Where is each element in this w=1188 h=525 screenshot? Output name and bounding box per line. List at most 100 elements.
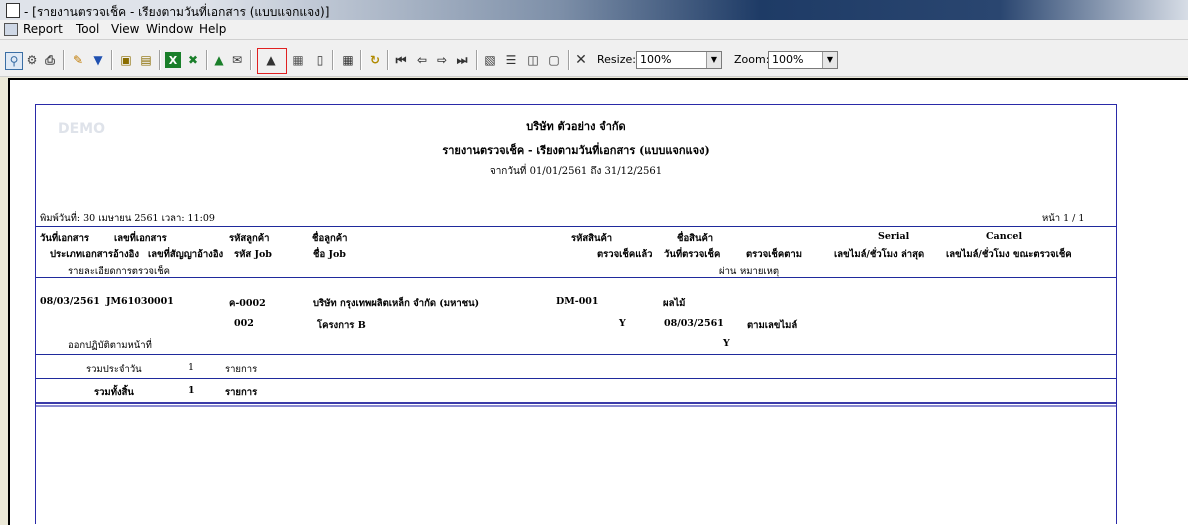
toolbar-separator (250, 50, 252, 70)
toolbar-separator (159, 50, 161, 70)
menu-report[interactable]: Report (23, 22, 63, 36)
row-detail: ออกปฏิบัติตามหน้าที่ (68, 340, 152, 351)
row-prod-name: ผลไม้ (663, 298, 686, 309)
toolbar-separator (568, 50, 570, 70)
report-page: DEMO บริษัท ตัวอย่าง จำกัด รายงานตรวจเช็… (35, 104, 1117, 524)
resize-select[interactable]: 100% ▼ (636, 51, 722, 69)
two-pages-icon[interactable]: ◫ (525, 52, 541, 68)
row-pass: Y (723, 338, 730, 349)
header-cust-name: ชื่อลูกค้า (312, 233, 348, 244)
menu-help[interactable]: Help (199, 22, 226, 36)
sort-icon[interactable]: ✎ (70, 52, 86, 68)
daily-total-rule (36, 378, 1116, 379)
header-check-date: วันที่ตรวจเช็ค (664, 249, 721, 260)
excel-options-icon[interactable]: ✖ (185, 52, 201, 68)
chevron-down-icon[interactable]: ▼ (706, 52, 721, 68)
header-cancel-sub: เลขไมล์/ชั่วโมง ขณะตรวจเช็ค (946, 249, 1072, 260)
resize-label: Resize: (597, 53, 636, 66)
row-check-by: ตามเลขไมล์ (747, 320, 798, 331)
preview-icon[interactable]: ⚲ (5, 52, 23, 70)
row-prod-code: DM-001 (556, 296, 599, 307)
header-ref-doc-type: ประเภทเอกสารอ้างอิง (50, 249, 139, 260)
header-bottom-rule (36, 277, 1116, 278)
chevron-down-icon[interactable]: ▼ (822, 52, 837, 68)
daily-total-unit: รายการ (225, 364, 258, 375)
daily-total-label: รวมประจำวัน (86, 364, 142, 375)
copy-design-icon[interactable]: ▤ (138, 52, 154, 68)
toolbar-separator (111, 50, 113, 70)
export-icon[interactable]: ▲ (211, 52, 227, 68)
prev-page-icon[interactable]: ⇦ (414, 52, 430, 68)
daily-total-count: 1 (188, 362, 195, 373)
header-doc-date: วันที่เอกสาร (40, 233, 90, 244)
report-app-icon (6, 3, 20, 18)
row-bottom-rule (36, 354, 1116, 355)
row-job-code: 002 (234, 318, 254, 329)
setup-icon[interactable]: ⚙ (24, 52, 40, 68)
mdi-window-icon[interactable] (4, 23, 18, 36)
header-rule (36, 226, 1116, 227)
print-icon[interactable]: ⎙ (42, 52, 58, 68)
row-doc-no: JM61030001 (106, 296, 174, 307)
grand-total-count: 1 (188, 385, 195, 396)
close-icon[interactable]: ✕ (573, 52, 589, 68)
design-icon[interactable]: ▣ (118, 52, 134, 68)
page-width-icon[interactable]: ☰ (503, 52, 519, 68)
zoom-select[interactable]: 100% ▼ (768, 51, 838, 69)
row-doc-date: 08/03/2561 (40, 296, 100, 307)
mail-icon[interactable]: ✉ (229, 52, 245, 68)
toolbar-separator (206, 50, 208, 70)
header-cancel: Cancel (986, 231, 1023, 242)
toolbar-separator (360, 50, 362, 70)
calculator-icon[interactable]: ▦ (340, 52, 356, 68)
header-prod-name: ชื่อสินค้า (677, 233, 714, 244)
next-page-icon[interactable]: ⇨ (434, 52, 450, 68)
grand-total-rule-top (36, 402, 1116, 404)
full-screen-icon[interactable]: ▢ (546, 52, 562, 68)
toolbar: ⚲ ⚙ ⎙ ✎ ▼ ▣ ▤ X ✖ ▲ ✉ ▲ ▦ ▯ ▦ ↻ ⏮ ⇦ ⇨ ⏭ … (0, 40, 1188, 77)
header-ref-contract: เลขที่สัญญาอ้างอิง (148, 249, 224, 260)
zoom-label: Zoom: (734, 53, 770, 66)
menu-window[interactable]: Window (146, 22, 193, 36)
grand-total-unit: รายการ (225, 387, 258, 398)
header-check-by: ตรวจเช็คตาม (746, 249, 802, 260)
toolbar-separator (332, 50, 334, 70)
fit-page-icon[interactable]: ▯ (312, 52, 328, 68)
header-serial: Serial (878, 231, 910, 242)
menu-bar: Report Tool View Window Help (0, 20, 1188, 40)
refresh-icon[interactable]: ↻ (367, 52, 383, 68)
header-cust-code: รหัสลูกค้า (229, 233, 270, 244)
grand-total-rule-bottom (36, 405, 1116, 407)
resize-value: 100% (640, 53, 672, 66)
row-check-date: 08/03/2561 (664, 318, 724, 329)
one-page-icon[interactable]: ▧ (482, 52, 498, 68)
filter-icon[interactable]: ▼ (90, 52, 106, 68)
toolbar-separator (63, 50, 65, 70)
company-name: บริษัท ตัวอย่าง จำกัด (526, 120, 626, 133)
toolbar-separator (476, 50, 478, 70)
title-bar: - [รายงานตรวจเช็ค - เรียงตามวันที่เอกสาร… (0, 0, 1188, 20)
report-title: รายงานตรวจเช็ค - เรียงตามวันที่เอกสาร (แ… (442, 144, 710, 157)
menu-tool[interactable]: Tool (76, 22, 99, 36)
row-checked: Y (619, 318, 626, 329)
date-range: จากวันที่ 01/01/2561 ถึง 31/12/2561 (489, 166, 663, 177)
send-icon[interactable]: ▲ (263, 52, 279, 68)
row-cust-name: บริษัท กรุงเทพผลิตเหล็ก จำกัด (มหาชน) (313, 298, 480, 309)
page-number: หน้า 1 / 1 (1042, 213, 1085, 224)
row-job-name: โครงการ B (317, 320, 366, 331)
row-cust-code: ค-0002 (229, 298, 266, 309)
print-info: พิมพ์วันที่: 30 เมษายน 2561 เวลา: 11:09 (40, 213, 215, 224)
header-doc-no: เลขที่เอกสาร (114, 233, 167, 244)
header-checked: ตรวจเช็คแล้ว (597, 249, 653, 260)
menu-view[interactable]: View (111, 22, 139, 36)
export-excel-icon[interactable]: X (165, 52, 181, 68)
header-job-code: รหัส Job (234, 249, 272, 260)
header-job-name: ชื่อ Job (313, 249, 346, 260)
first-page-icon[interactable]: ⏮ (393, 52, 409, 68)
zoom-value: 100% (772, 53, 804, 66)
grid-icon[interactable]: ▦ (290, 52, 306, 68)
toolbar-separator (387, 50, 389, 70)
header-prod-code: รหัสสินค้า (571, 233, 613, 244)
last-page-icon[interactable]: ⏭ (454, 52, 470, 68)
header-serial-sub: เลขไมล์/ชั่วโมง ล่าสุด (834, 249, 925, 260)
